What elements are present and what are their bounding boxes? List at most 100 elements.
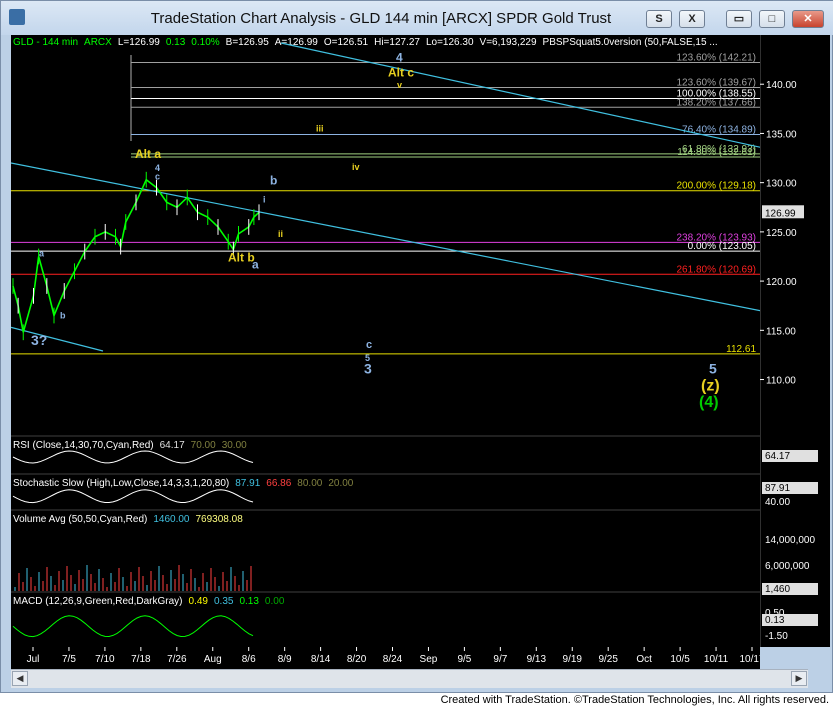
- indicator-line: [12, 450, 254, 464]
- wave-label: (4): [699, 394, 719, 411]
- last-price-label: 126.99: [765, 208, 796, 219]
- fib-level-label: 123.60% (142.21): [676, 52, 756, 63]
- wave-label: Alt c: [388, 65, 414, 79]
- y-tick-label: 125.00: [766, 228, 797, 239]
- header-item: V=6,193,229: [480, 37, 537, 48]
- scroll-left-icon[interactable]: ◀: [12, 671, 28, 686]
- header-item: 0.10%: [191, 37, 219, 48]
- close-button[interactable]: ✕: [792, 10, 824, 28]
- header-item: B=126.95: [226, 37, 270, 48]
- y-tick-label: 115.00: [766, 326, 796, 337]
- x-tick-label: 10/17: [739, 654, 760, 665]
- panel-legend-item: 66.86: [266, 478, 291, 489]
- y-tick-label: 110.00: [766, 376, 796, 387]
- panel-legend-item: 80.00: [297, 478, 322, 489]
- header-item: L=126.99: [118, 37, 160, 48]
- wave-label: c: [366, 339, 372, 351]
- panel-legend: RSI (Close,14,30,70,Cyan,Red) 64.17 70.00 3…: [13, 440, 247, 451]
- maximize-button[interactable]: □: [759, 10, 785, 28]
- wave-label: iv: [352, 162, 360, 172]
- y-tick-label: 120.00: [766, 277, 797, 288]
- x-tick-label: 7/10: [95, 654, 115, 665]
- x-tick-label: 9/5: [457, 654, 471, 665]
- price-axis-svg: 110.00 115.00 120.00 125.00 130.00 135.00 140.…: [760, 35, 818, 647]
- time-axis[interactable]: Jul 7/5 7/10 7/18 7/26 Aug 8/6 8/9 8/14 8/20 8/24 S…: [11, 647, 765, 669]
- fib-level-label: 200.00% (129.18): [676, 181, 756, 192]
- panel-legend: Volume Avg (50,50,Cyan,Red) 1460.00 769308…: [13, 514, 243, 525]
- footer: Created with TradeStation. ©TradeStation…: [0, 693, 833, 708]
- x-tick-label: 7/5: [62, 654, 76, 665]
- panel-axis-label: 1,460: [765, 584, 790, 595]
- tradestation-window: TradeStation Chart Analysis - GLD 144 mi…: [0, 0, 833, 693]
- y-tick-label: 140.00: [766, 80, 797, 91]
- second-price-label: 126.27: [765, 219, 793, 229]
- header-item: O=126.51: [324, 37, 369, 48]
- header-item: PBSPSquat5.0version (50,FALSE,15 ...: [543, 37, 718, 48]
- panel-legend-item: 0.13: [239, 596, 259, 607]
- footer-credit: Created with TradeStation. ©TradeStation…: [440, 694, 829, 706]
- header-item: 0.13: [166, 37, 186, 48]
- price-axis[interactable]: 110.00 115.00 120.00 125.00 130.00 135.00 140.…: [760, 35, 830, 647]
- panel-legend-item: 0.00: [265, 596, 285, 607]
- trendline-base: [11, 326, 104, 352]
- x-tick-label: Oct: [636, 654, 652, 665]
- x-tick-label: 8/14: [311, 654, 331, 665]
- panel-legend-item: 30.00: [222, 440, 247, 451]
- x-tick-label: 8/9: [278, 654, 292, 665]
- panel-axis-label: 14,000,000: [765, 535, 815, 546]
- fib-level-label: 0.00% (123.05): [688, 241, 756, 252]
- minimize-button[interactable]: ▭: [726, 10, 752, 28]
- wave-label: (z): [701, 377, 720, 394]
- panel-axis-label: 0.13: [765, 615, 785, 626]
- x-tick-label: 9/7: [493, 654, 507, 665]
- wave-label: a: [252, 257, 259, 271]
- header-item: Hi=127.27: [374, 37, 420, 48]
- y-tick-label: 135.00: [766, 129, 797, 140]
- horizontal-scrollbar[interactable]: ◀ ▶: [11, 669, 808, 688]
- wave-label: i: [263, 194, 266, 204]
- title-bar[interactable]: TradeStation Chart Analysis - GLD 144 mi…: [1, 1, 833, 35]
- x-button[interactable]: X: [679, 10, 705, 28]
- wave-label: 3: [364, 361, 372, 377]
- wave-label: b: [60, 311, 66, 321]
- wave-label: b: [270, 174, 277, 188]
- s-button[interactable]: S: [646, 10, 672, 28]
- panel-legend-item: 70.00: [191, 440, 216, 451]
- panel-legend-item: 0.35: [214, 596, 234, 607]
- scroll-right-icon[interactable]: ▶: [791, 671, 807, 686]
- panel-legend-item: RSI (Close,14,30,70,Cyan,Red): [13, 440, 154, 451]
- panel-axis-label: 6,000,000: [765, 561, 810, 572]
- panel-legend-item: Stochastic Slow (High,Low,Close,14,3,3,1…: [13, 478, 229, 489]
- x-tick-label: 10/11: [704, 654, 729, 665]
- wave-label: iii: [316, 123, 324, 133]
- panel-legend-item: 64.17: [160, 440, 185, 451]
- x-tick-label: 10/5: [670, 654, 690, 665]
- wave-label: c: [155, 172, 160, 182]
- wave-label: 3?: [31, 332, 47, 348]
- fib-level-label: 123.60% (139.67): [676, 77, 756, 88]
- time-axis-svg: Jul 7/5 7/10 7/18 7/26 Aug 8/6 8/9 8/14 8/20 8/24 S…: [27, 647, 765, 665]
- panel-legend-item: 20.00: [328, 478, 353, 489]
- x-tick-label: 7/26: [167, 654, 187, 665]
- panel-legend-item: 769308.08: [196, 514, 244, 525]
- x-tick-label: Jul: [27, 654, 40, 665]
- panel-legend: Stochastic Slow (High,Low,Close,14,3,3,1…: [13, 478, 354, 489]
- panel-legend-item: MACD (12,26,9,Green,Red,DarkGray): [13, 596, 183, 607]
- wave-label: v: [397, 80, 402, 90]
- wave-label: Alt a: [135, 147, 161, 161]
- panel-legend-item: 1460.00: [153, 514, 190, 525]
- wave-label: 5: [709, 361, 717, 377]
- fib-level-label: 76.40% (134.89): [682, 125, 756, 136]
- panel-legend-item: Volume Avg (50,50,Cyan,Red): [13, 514, 147, 525]
- panel-legend: MACD (12,26,9,Green,Red,DarkGray) 0.49 0.3…: [13, 596, 285, 607]
- indicator-line: [12, 615, 254, 638]
- panel-axis-label: 40.00: [765, 497, 790, 508]
- x-tick-label: Sep: [420, 654, 438, 665]
- x-tick-label: 9/19: [563, 654, 583, 665]
- wave-label: a: [39, 248, 45, 258]
- x-tick-label: 7/18: [131, 654, 151, 665]
- panel-axis-label: 64.17: [765, 451, 790, 462]
- chart-plot-area[interactable]: GLD - 144 min ARCX L=126.99 0.13 0.10% B=126.…: [11, 35, 760, 647]
- panel-axis-label: -1.50: [765, 631, 788, 642]
- fib-level-label: 112.61: [726, 344, 756, 355]
